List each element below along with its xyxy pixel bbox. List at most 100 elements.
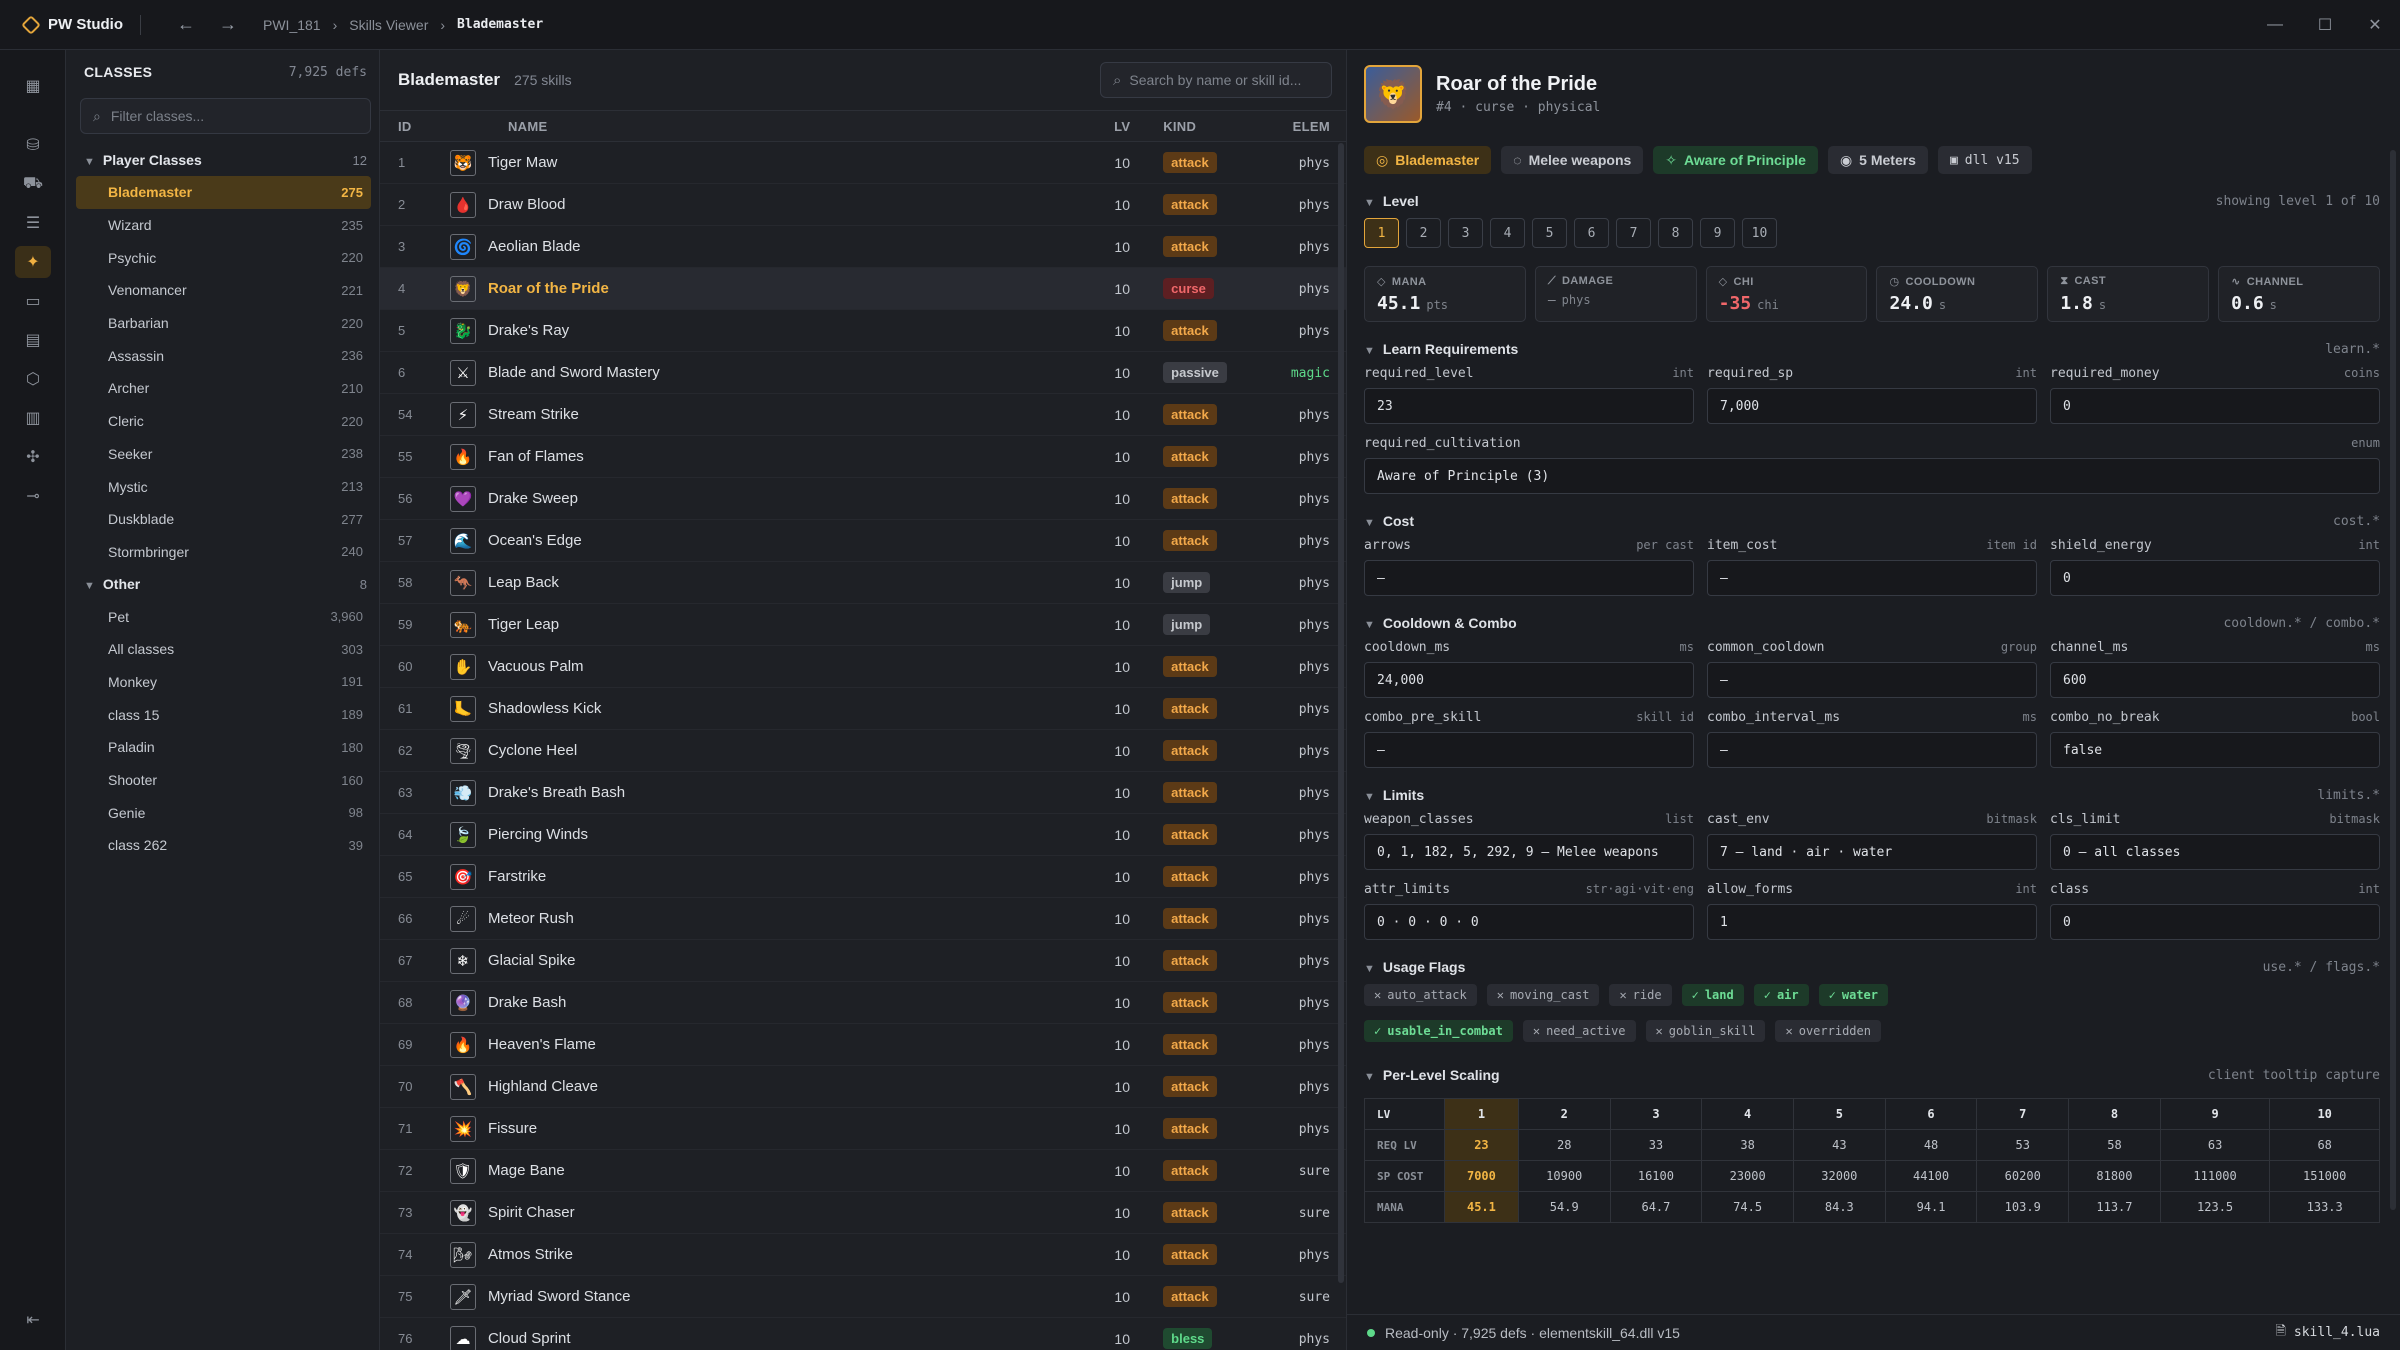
level-button[interactable]: 4 [1490, 218, 1525, 248]
usage-flag[interactable]: ✓ land [1681, 984, 1744, 1006]
table-row[interactable]: 56 💜 Drake Sweep 10 attack phys [380, 478, 1346, 520]
table-row[interactable]: 71 💥 Fissure 10 attack phys [380, 1108, 1346, 1150]
level-button[interactable]: 7 [1616, 218, 1651, 248]
folder-icon[interactable]: ▤ [15, 324, 51, 356]
table-row[interactable]: 5 🐉 Drake's Ray 10 attack phys [380, 310, 1346, 352]
level-button[interactable]: 8 [1658, 218, 1693, 248]
window-icon[interactable]: ▭ [15, 285, 51, 317]
class-item[interactable]: Duskblade 277 [76, 503, 371, 536]
field-value[interactable]: 1 [1707, 904, 2037, 940]
table-row[interactable]: 74 🌬 Atmos Strike 10 attack phys [380, 1234, 1346, 1276]
class-item[interactable]: Archer 210 [76, 372, 371, 405]
skill-chip[interactable]: ▣ dll v15 [1937, 146, 2032, 174]
usage-flag[interactable]: ✓ water [1818, 984, 1888, 1006]
level-button[interactable]: 3 [1448, 218, 1483, 248]
table-row[interactable]: 60 ✋ Vacuous Palm 10 attack phys [380, 646, 1346, 688]
breadcrumb-item-tool[interactable]: Skills Viewer [349, 17, 428, 33]
table-row[interactable]: 66 ☄ Meteor Rush 10 attack phys [380, 898, 1346, 940]
usage-flag[interactable]: ✕ ride [1609, 984, 1672, 1006]
flags-section-header[interactable]: ▼ Usage Flags use.* / flags.* [1364, 950, 2380, 984]
level-button[interactable]: 10 [1742, 218, 1777, 248]
class-item[interactable]: Genie 98 [76, 796, 371, 829]
class-item[interactable]: class 15 189 [76, 698, 371, 731]
class-item[interactable]: Pet 3,960 [76, 600, 371, 633]
table-row[interactable]: 76 ☁ Cloud Sprint 10 bless phys [380, 1318, 1346, 1350]
database-icon[interactable]: ⛁ [15, 129, 51, 161]
class-item[interactable]: Paladin 180 [76, 731, 371, 764]
skill-chip[interactable]: ✧ Aware of Principle [1653, 146, 1818, 174]
scaling-section-header[interactable]: ▼ Per-Level Scaling client tooltip captur… [1364, 1058, 2380, 1092]
back-arrow-icon[interactable]: ← [165, 14, 207, 35]
column-header-elem[interactable]: ELEM [1255, 119, 1346, 134]
skills-scrollbar[interactable] [1338, 143, 1344, 1283]
class-item[interactable]: Shooter 160 [76, 764, 371, 797]
table-row[interactable]: 68 🔮 Drake Bash 10 attack phys [380, 982, 1346, 1024]
field-value[interactable]: 0 — all classes [2050, 834, 2380, 870]
skill-chip[interactable]: ◎ Blademaster [1364, 146, 1492, 174]
table-row[interactable]: 1 🐯 Tiger Maw 10 attack phys [380, 142, 1346, 184]
usage-flag[interactable]: ✓ air [1753, 984, 1809, 1006]
class-item[interactable]: Blademaster 275 [76, 176, 371, 209]
level-section-header[interactable]: ▼ Level showing level 1 of 10 [1364, 184, 2380, 218]
table-row[interactable]: 58 🦘 Leap Back 10 jump phys [380, 562, 1346, 604]
field-value[interactable]: 0 [2050, 388, 2380, 424]
table-row[interactable]: 72 🛡 Mage Bane 10 attack sure [380, 1150, 1346, 1192]
breadcrumb-item-project[interactable]: PWI_181 [263, 17, 321, 33]
usage-flag[interactable]: ✕ goblin_skill [1645, 1020, 1766, 1042]
table-row[interactable]: 54 ⚡ Stream Strike 10 attack phys [380, 394, 1346, 436]
class-item[interactable]: Wizard 235 [76, 209, 371, 242]
puzzle-icon[interactable]: ✣ [15, 441, 51, 473]
table-row[interactable]: 55 🔥 Fan of Flames 10 attack phys [380, 436, 1346, 478]
table-row[interactable]: 2 🩸 Draw Blood 10 attack phys [380, 184, 1346, 226]
skill-search-input[interactable] [1129, 72, 1319, 88]
skill-search[interactable]: ⌕ [1100, 62, 1332, 98]
column-header-lv[interactable]: LV [1089, 119, 1155, 134]
class-item[interactable]: Psychic 220 [76, 241, 371, 274]
class-group-header[interactable]: ▼ Player Classes 12 [66, 144, 379, 176]
minimize-icon[interactable]: — [2250, 0, 2300, 50]
field-value[interactable]: 0 [2050, 560, 2380, 596]
section-header[interactable]: ▼ Cooldown & Combo cooldown.* / combo.* [1364, 606, 2380, 640]
skill-chip[interactable]: ◌ Melee weapons [1501, 146, 1644, 174]
table-row[interactable]: 69 🔥 Heaven's Flame 10 attack phys [380, 1024, 1346, 1066]
field-value[interactable]: 0 [2050, 904, 2380, 940]
maximize-icon[interactable]: ☐ [2300, 0, 2350, 50]
class-item[interactable]: Seeker 238 [76, 438, 371, 471]
class-item[interactable]: Barbarian 220 [76, 307, 371, 340]
field-value[interactable]: — [1707, 560, 2037, 596]
class-item[interactable]: Assassin 236 [76, 339, 371, 372]
field-value[interactable]: 7,000 [1707, 388, 2037, 424]
section-header[interactable]: ▼ Limits limits.* [1364, 778, 2380, 812]
column-header-id[interactable]: ID [380, 119, 450, 134]
table-row[interactable]: 4 🦁 Roar of the Pride 10 curse phys [380, 268, 1346, 310]
class-item[interactable]: Mystic 213 [76, 470, 371, 503]
level-button[interactable]: 2 [1406, 218, 1441, 248]
field-value[interactable]: — [1707, 662, 2037, 698]
table-row[interactable]: 64 🍃 Piercing Winds 10 attack phys [380, 814, 1346, 856]
column-header-name[interactable]: NAME [450, 119, 1089, 134]
collapse-sidebar-icon[interactable]: ⇤ [15, 1310, 51, 1330]
field-value[interactable]: — [1364, 560, 1694, 596]
usage-flag[interactable]: ✕ auto_attack [1364, 984, 1477, 1006]
close-icon[interactable]: ✕ [2350, 0, 2400, 50]
field-value[interactable]: 23 [1364, 388, 1694, 424]
field-value[interactable]: 24,000 [1364, 662, 1694, 698]
field-value[interactable]: false [2050, 732, 2380, 768]
level-button[interactable]: 6 [1574, 218, 1609, 248]
table-row[interactable]: 61 🦶 Shadowless Kick 10 attack phys [380, 688, 1346, 730]
table-row[interactable]: 59 🐅 Tiger Leap 10 jump phys [380, 604, 1346, 646]
field-value[interactable]: 0, 1, 182, 5, 292, 9 — Melee weapons [1364, 834, 1694, 870]
section-header[interactable]: ▼ Cost cost.* [1364, 504, 2380, 538]
class-item[interactable]: All classes 303 [76, 633, 371, 666]
shop-cart-icon[interactable]: ⛟ [15, 168, 51, 200]
open-file[interactable]: 🗎 skill_4.lua [2275, 1322, 2380, 1344]
usage-flag[interactable]: ✕ moving_cast [1486, 984, 1600, 1006]
usage-flag[interactable]: ✕ need_active [1522, 1020, 1636, 1042]
field-value[interactable]: — [1707, 732, 2037, 768]
table-row[interactable]: 70 🪓 Highland Cleave 10 attack phys [380, 1066, 1346, 1108]
field-value[interactable]: — [1364, 732, 1694, 768]
class-item[interactable]: Cleric 220 [76, 405, 371, 438]
usage-flag[interactable]: ✕ overridden [1775, 1020, 1881, 1042]
column-header-kind[interactable]: KIND [1155, 119, 1255, 134]
table-row[interactable]: 57 🌊 Ocean's Edge 10 attack phys [380, 520, 1346, 562]
